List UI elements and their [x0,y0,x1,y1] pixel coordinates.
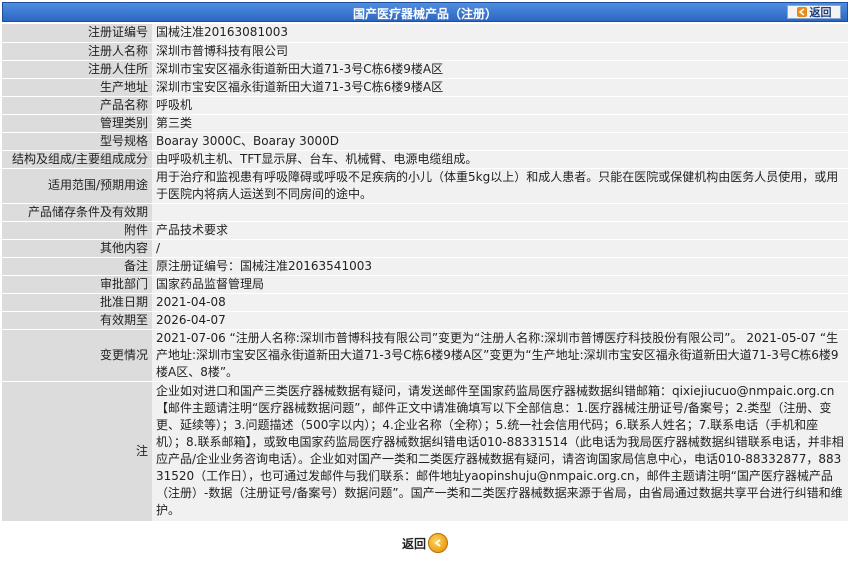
table-row: 注册证编号 国械注准20163081003 [2,24,848,43]
table-row: 备注 原注册证编号：国械注准20163541003 [2,257,848,276]
back-button-bottom-label: 返回 [401,536,426,551]
row-label: 型号规格 [2,132,152,151]
row-value: 深圳市宝安区福永街道新田大道71-3号C栋6楼9楼A区 [152,60,848,79]
row-label: 注册人住所 [2,60,152,79]
row-value: 用于治疗和监视患有呼吸障碍或呼吸不足疾病的小儿（体重5kg以上）和成人患者。只能… [152,168,848,204]
row-label: 注册证编号 [2,24,152,43]
row-value: 2026-04-07 [152,311,848,330]
table-row: 适用范围/预期用途 用于治疗和监视患有呼吸障碍或呼吸不足疾病的小儿（体重5kg以… [2,168,848,204]
row-value: 深圳市普博科技有限公司 [152,42,848,61]
row-value: 原注册证编号：国械注准20163541003 [152,257,848,276]
row-value: 国家药品监督管理局 [152,275,848,294]
detail-table: 注册证编号 国械注准20163081003 注册人名称 深圳市普博科技有限公司 … [2,24,848,522]
footer: 返回 [0,530,850,556]
row-label: 审批部门 [2,275,152,294]
row-value: 2021-04-08 [152,293,848,312]
detail-page: 国产医疗器械产品（注册） 返回 注册证编号 国械注准20163081003 注册… [0,0,850,563]
table-row: 审批部门 国家药品监督管理局 [2,275,848,294]
table-row: 注册人名称 深圳市普博科技有限公司 [2,42,848,61]
row-label: 结构及组成/主要组成成分 [2,150,152,169]
row-label: 其他内容 [2,239,152,258]
row-value: 企业如对进口和国产三类医疗器械数据有疑问，请发送邮件至国家药监局医疗器械数据纠错… [152,381,848,522]
table-row: 型号规格 Boaray 3000C、Boaray 3000D [2,132,848,151]
row-label: 备注 [2,257,152,276]
table-row: 其他内容 / [2,239,848,258]
row-value: 国械注准20163081003 [152,24,848,43]
table-row: 变更情况 2021-07-06 “注册人名称:深圳市普博科技有限公司”变更为“注… [2,329,848,382]
row-value [152,203,848,222]
table-row: 注 企业如对进口和国产三类医疗器械数据有疑问，请发送邮件至国家药监局医疗器械数据… [2,381,848,522]
row-label: 批准日期 [2,293,152,312]
table-row: 注册人住所 深圳市宝安区福永街道新田大道71-3号C栋6楼9楼A区 [2,60,848,79]
table-row: 生产地址 深圳市宝安区福永街道新田大道71-3号C栋6楼9楼A区 [2,78,848,97]
page-title: 国产医疗器械产品（注册） [352,7,497,21]
row-label: 有效期至 [2,311,152,330]
row-label: 附件 [2,221,152,240]
back-button-top-label: 返回 [809,6,832,19]
row-label: 产品储存条件及有效期 [2,203,152,222]
row-value: 由呼吸机主机、TFT显示屏、台车、机械臂、电源电缆组成。 [152,150,848,169]
back-button-bottom[interactable]: 返回 [402,533,448,553]
row-value: Boaray 3000C、Boaray 3000D [152,132,848,151]
row-label: 适用范围/预期用途 [2,168,152,204]
orange-circle-back-icon [428,533,448,553]
table-row: 管理类别 第三类 [2,114,848,133]
table-row: 批准日期 2021-04-08 [2,293,848,312]
row-value: 2021-07-06 “注册人名称:深圳市普博科技有限公司”变更为“注册人名称:… [152,329,848,382]
row-value: 第三类 [152,114,848,133]
table-row: 结构及组成/主要组成成分 由呼吸机主机、TFT显示屏、台车、机械臂、电源电缆组成… [2,150,848,169]
table-row: 产品名称 呼吸机 [2,96,848,115]
table-row: 附件 产品技术要求 [2,221,848,240]
row-label: 管理类别 [2,114,152,133]
left-arrow-icon [796,7,807,17]
row-label: 生产地址 [2,78,152,97]
title-bar: 国产医疗器械产品（注册） 返回 [2,2,848,22]
row-label: 注册人名称 [2,42,152,61]
row-label: 产品名称 [2,96,152,115]
row-value: 深圳市宝安区福永街道新田大道71-3号C栋6楼9楼A区 [152,78,848,97]
row-value: 产品技术要求 [152,221,848,240]
row-label: 注 [2,381,152,522]
row-label: 变更情况 [2,329,152,382]
row-value: 呼吸机 [152,96,848,115]
table-row: 有效期至 2026-04-07 [2,311,848,330]
back-button-top[interactable]: 返回 [787,5,841,19]
table-row: 产品储存条件及有效期 [2,203,848,222]
row-value: / [152,239,848,258]
